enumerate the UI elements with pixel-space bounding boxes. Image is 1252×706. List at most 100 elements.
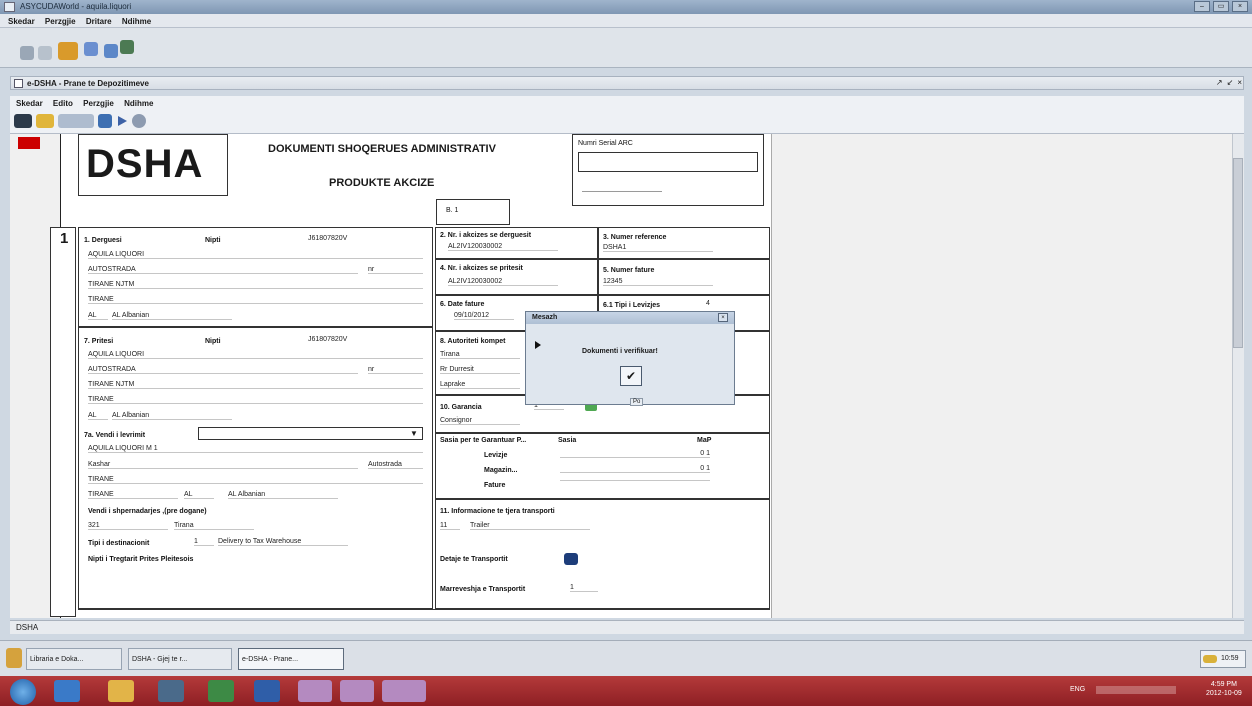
page-ref: B. 1 <box>446 207 459 214</box>
receiver-city[interactable]: TIRANE NJTM <box>88 381 423 389</box>
task-dsha-search[interactable]: DSHA - Gjej te r... <box>128 648 232 670</box>
inner-close-button[interactable]: × <box>1237 78 1242 87</box>
ie-icon[interactable] <box>54 680 80 702</box>
connect-icon[interactable] <box>20 46 34 60</box>
scrollbar-thumb[interactable] <box>1233 158 1243 348</box>
sender-city[interactable]: TIRANE NJTM <box>88 281 423 289</box>
java-icon-2[interactable] <box>340 680 374 702</box>
delivery-city[interactable]: TIRANE <box>88 476 423 484</box>
sender-country-code[interactable]: AL <box>88 312 108 320</box>
menu-dritare[interactable]: Dritare <box>86 17 112 26</box>
maximize-button[interactable]: ▭ <box>1213 1 1229 12</box>
guarantee-row-1-value[interactable]: 0 1 <box>560 450 710 458</box>
dialog-close-icon[interactable]: × <box>718 313 728 322</box>
menu-ndihme-inner[interactable]: Ndihme <box>124 99 153 108</box>
java-icon-1[interactable] <box>298 680 332 702</box>
menu-edito[interactable]: Edito <box>53 99 73 108</box>
receiver-country-code[interactable]: AL <box>88 412 108 420</box>
receiver-street-no[interactable]: nr <box>368 366 423 374</box>
minimize-button[interactable]: – <box>1194 1 1210 12</box>
task-edsha[interactable]: e-DSHA - Prane... <box>238 648 344 670</box>
receiver-street[interactable]: AUTOSTRADA <box>88 366 358 374</box>
delivery-country[interactable]: AL Albanian <box>228 491 338 499</box>
delivery-place-select[interactable] <box>198 427 423 440</box>
java-icon-3[interactable] <box>382 680 426 702</box>
tray-clock[interactable]: 4:59 PM 2012-10-09 <box>1206 680 1242 698</box>
play-icon[interactable] <box>118 116 127 126</box>
refresh-icon[interactable] <box>38 46 52 60</box>
menu-skedar-inner[interactable]: Skedar <box>16 99 43 108</box>
sender-nipt[interactable]: J61807820V <box>308 235 423 242</box>
receiver-country[interactable]: AL Albanian <box>112 412 232 420</box>
guarantee-row-2-value[interactable]: 0 1 <box>560 465 710 473</box>
menu-skedar[interactable]: Skedar <box>8 17 35 26</box>
origin-city[interactable]: Tirana <box>174 522 254 530</box>
outer-window-titlebar: ASYCUDAWorld - aquila.liquori <box>0 0 1252 14</box>
box-10-sub[interactable]: Consignor <box>440 417 520 425</box>
dock-button[interactable]: ↙ <box>1227 78 1234 87</box>
document-icon[interactable] <box>104 44 118 58</box>
box-6-value[interactable]: 09/10/2012 <box>454 312 514 320</box>
serial-input[interactable] <box>578 152 758 172</box>
guarantee-row-3-value[interactable] <box>560 480 710 481</box>
menu-perzgjie[interactable]: Perzgjie <box>45 17 76 26</box>
origin-code[interactable]: 321 <box>88 522 168 530</box>
guarantee-row-1-label: Levizje <box>484 452 508 459</box>
start-button[interactable] <box>10 679 36 705</box>
sender-street-no[interactable]: nr <box>368 266 423 274</box>
delivery-street2[interactable]: Autostrada <box>368 461 423 469</box>
inner-menubar: Skedar Edito Perzgjie Ndihme <box>10 96 1244 110</box>
binoculars-icon[interactable] <box>564 553 578 565</box>
sender-street[interactable]: AUTOSTRADA <box>88 266 358 274</box>
box-11-code[interactable]: 11 <box>440 522 460 530</box>
box-4-value[interactable]: AL2IV120030002 <box>448 278 558 286</box>
menu-ndihme[interactable]: Ndihme <box>122 17 151 26</box>
tray-icons[interactable] <box>1096 686 1176 694</box>
view-icon[interactable] <box>14 114 32 128</box>
search-icon[interactable] <box>132 114 146 128</box>
box-2-value[interactable]: AL2IV120030002 <box>448 243 558 251</box>
float-button[interactable]: ↗ <box>1216 78 1223 87</box>
chevron-down-icon[interactable]: ▼ <box>410 429 418 438</box>
menu-perzgjie-inner[interactable]: Perzgjie <box>83 99 114 108</box>
authority-line-1[interactable]: Tirana <box>440 351 520 359</box>
excel-icon[interactable] <box>208 680 234 702</box>
delivery-street[interactable]: Kashar <box>88 461 358 469</box>
box-3-value[interactable]: DSHA1 <box>603 244 713 252</box>
sender-country[interactable]: AL Albanian <box>112 312 232 320</box>
user-icon[interactable] <box>84 42 98 56</box>
folder-icon[interactable] <box>58 42 78 60</box>
explorer-icon[interactable] <box>108 680 134 702</box>
transport-org-value[interactable]: 1 <box>570 584 598 592</box>
chart-icon[interactable] <box>120 40 134 54</box>
close-button[interactable]: × <box>1232 1 1248 12</box>
dialog-ok-button[interactable]: ✔ <box>620 366 642 386</box>
validate-icon[interactable] <box>36 114 54 128</box>
tray-time: 4:59 PM <box>1210 681 1237 688</box>
sender-name[interactable]: AQUILA LIQUORI <box>88 251 423 259</box>
authority-line-3[interactable]: Laprake <box>440 381 520 389</box>
print-icon[interactable] <box>98 114 112 128</box>
delivery-country-code[interactable]: AL <box>184 491 214 499</box>
store-icon[interactable] <box>58 114 94 128</box>
delivery-name[interactable]: AQUILA LIQUORI M 1 <box>88 445 423 453</box>
task-dsha-search-label: DSHA - Gjej te r... <box>132 655 188 663</box>
destination-value[interactable]: Delivery to Tax Warehouse <box>218 538 348 546</box>
box-5-value[interactable]: 12345 <box>603 278 713 286</box>
box-6-1-value[interactable]: 4 <box>706 300 726 307</box>
sender-region[interactable]: TIRANE <box>88 296 423 304</box>
receiver-region[interactable]: TIRANE <box>88 396 423 404</box>
destination-code[interactable]: 1 <box>194 538 214 546</box>
receiver-name[interactable]: AQUILA LIQUORI <box>88 351 423 359</box>
box-11-value[interactable]: Trailer <box>470 522 590 530</box>
origin-label: Vendi i shpernadarjes ,(pre dogane) <box>88 508 207 515</box>
receiver-nipt[interactable]: J61807820V <box>308 336 423 343</box>
authority-line-2[interactable]: Rr Durresit <box>440 366 520 374</box>
receiver-label: 7. Pritesi <box>84 338 114 345</box>
media-icon[interactable] <box>158 680 184 702</box>
tray-lang[interactable]: ENG <box>1070 686 1085 693</box>
carrier-label: Nipti i Tregtarit Prites Pleitesois <box>88 556 194 563</box>
word-icon[interactable] <box>254 680 280 702</box>
delivery-region[interactable]: TIRANE <box>88 491 178 499</box>
task-libraria[interactable]: Libraria e Doka... <box>26 648 122 670</box>
